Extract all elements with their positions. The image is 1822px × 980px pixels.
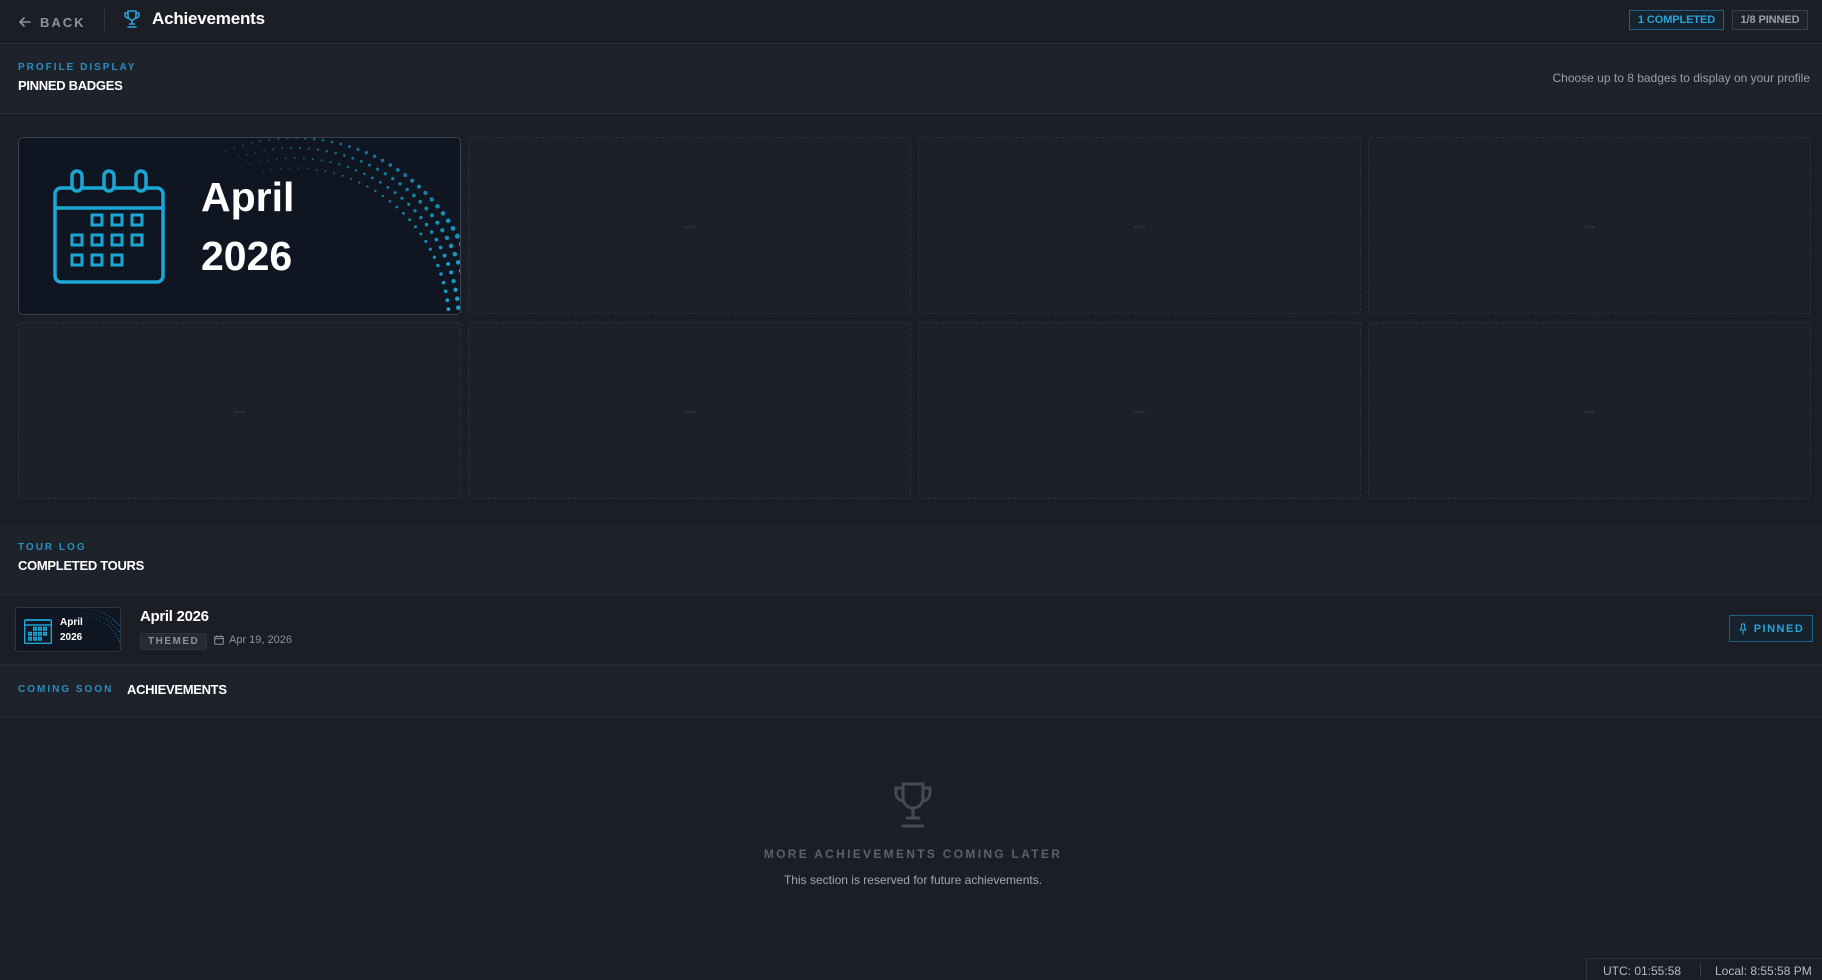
divider xyxy=(1700,963,1701,977)
page-title-group: Achievements xyxy=(122,9,265,29)
back-button[interactable]: BACK xyxy=(18,12,86,32)
empty-badge-slot[interactable]: --- xyxy=(1368,137,1811,314)
calendar-icon xyxy=(24,619,52,644)
completed-count-badge: 1 COMPLETED xyxy=(1629,10,1724,30)
section-kicker: TOUR LOG xyxy=(18,542,87,553)
trophy-icon xyxy=(894,782,932,828)
section-kicker: COMING SOON xyxy=(18,684,114,695)
calendar-icon xyxy=(53,169,165,284)
pin-button-label: PINNED xyxy=(1753,622,1805,635)
clock-status-bar: UTC: 01:55:58 Local: 8:55:58 PM xyxy=(1586,958,1822,980)
section-kicker: PROFILE DISPLAY xyxy=(18,62,137,73)
tour-log-header: TOUR LOG COMPLETED TOURS xyxy=(0,525,1822,595)
tour-date: Apr 19, 2026 xyxy=(214,634,292,646)
empty-badge-slot[interactable]: --- xyxy=(918,322,1361,499)
pinned-badge-april-2026[interactable]: April 2026 xyxy=(18,137,461,315)
back-label: BACK xyxy=(40,14,86,30)
section-title: ACHIEVEMENTS xyxy=(127,682,227,697)
section-title: PINNED BADGES xyxy=(18,78,123,93)
empty-badge-slot[interactable]: --- xyxy=(1368,322,1811,499)
utc-clock: UTC: 01:55:58 xyxy=(1603,964,1682,978)
tour-date-text: Apr 19, 2026 xyxy=(229,634,292,646)
empty-badge-slot[interactable]: --- xyxy=(468,137,911,314)
page-title: Achievements xyxy=(152,9,265,28)
thumb-year: 2026 xyxy=(60,632,83,643)
empty-badge-slot[interactable]: --- xyxy=(468,322,911,499)
empty-state-title: MORE ACHIEVEMENTS COMING LATER xyxy=(763,847,1063,861)
empty-badge-slot[interactable]: --- xyxy=(18,322,461,499)
calendar-small-icon xyxy=(214,635,224,645)
tour-row[interactable]: April 2026 April 2026 THEMED Apr 19, 202… xyxy=(0,595,1822,665)
section-note: Choose up to 8 badges to display on your… xyxy=(1552,71,1810,85)
badge-year: 2026 xyxy=(201,233,293,279)
badge-month: April xyxy=(201,174,295,220)
arrow-left-icon xyxy=(19,17,31,27)
pin-toggle-button[interactable]: PINNED xyxy=(1729,615,1813,642)
thumb-month: April xyxy=(60,617,83,628)
tour-name: April 2026 xyxy=(140,608,209,625)
section-title: COMPLETED TOURS xyxy=(18,558,144,573)
coming-soon-header: COMING SOON ACHIEVEMENTS xyxy=(0,665,1822,718)
empty-badge-slot[interactable]: --- xyxy=(918,137,1361,314)
empty-state-subtitle: This section is reserved for future achi… xyxy=(783,873,1043,887)
trophy-icon xyxy=(124,10,140,28)
divider xyxy=(104,9,105,31)
tour-type-badge: THEMED xyxy=(140,633,208,650)
pinned-count-badge: 1/8 PINNED xyxy=(1732,10,1808,30)
tour-thumbnail: April 2026 xyxy=(15,607,121,652)
local-clock: Local: 8:55:58 PM xyxy=(1715,964,1812,978)
pinned-badge-grid: April 2026 --- --- --- --- --- --- --- xyxy=(18,137,1811,501)
top-bar: BACK Achievements 1 COMPLETED 1/8 PINNED xyxy=(0,0,1822,44)
pin-icon xyxy=(1739,622,1747,634)
pinned-badges-header: PROFILE DISPLAY PINNED BADGES Choose up … xyxy=(0,45,1822,114)
